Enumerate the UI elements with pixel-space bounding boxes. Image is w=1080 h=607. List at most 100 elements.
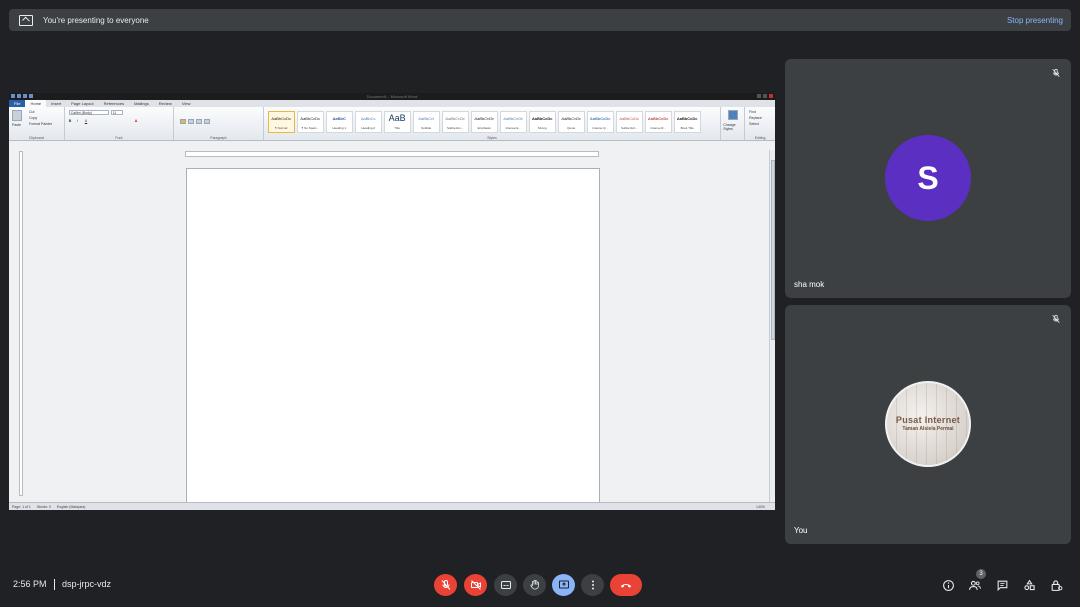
captions-button[interactable]	[494, 574, 517, 596]
word-status-bar: Page: 1 of 1 Words: 0 English (Malaysia)…	[9, 502, 775, 510]
self-tile[interactable]: Pusat Internet Taman Alsiela Permai You	[785, 305, 1071, 544]
change-styles-button[interactable]: Change Styles	[723, 123, 744, 131]
more-options-icon	[591, 580, 594, 590]
mic-off-icon	[441, 580, 450, 590]
raise-hand-button[interactable]	[523, 574, 546, 596]
underline-button[interactable]: U	[85, 119, 88, 123]
meet-window: You're presenting to everyone Stop prese…	[0, 0, 1080, 607]
presenting-message: You're presenting to everyone	[43, 15, 149, 25]
style-book-title[interactable]: AaBbCcDc Book Title	[673, 111, 701, 133]
editing-group: Find Replace Select Editing	[745, 107, 775, 140]
font-name-select[interactable]: Calibri (Body)	[68, 110, 109, 115]
ribbon-tabs: File Home Insert Page Layout References …	[9, 100, 775, 107]
mic-off-icon	[1052, 314, 1060, 324]
meeting-details-button[interactable]	[940, 577, 956, 593]
style-intense-emphasis[interactable]: AaBbCcDc Intense E...	[499, 111, 527, 133]
participant-name: You	[794, 526, 808, 535]
copy-button[interactable]: Copy	[29, 116, 37, 120]
tab-file[interactable]: File	[9, 100, 26, 107]
present-now-button[interactable]	[552, 574, 575, 596]
people-button[interactable]	[967, 577, 983, 593]
paste-icon[interactable]	[12, 110, 22, 121]
vertical-scrollbar[interactable]	[769, 150, 775, 502]
style-subtle-reference[interactable]: AaBbCcDc Subtle Ref...	[615, 111, 643, 133]
activities-button[interactable]	[1021, 577, 1037, 593]
raise-hand-icon	[529, 579, 539, 590]
tab-insert[interactable]: Insert	[46, 101, 66, 106]
font-group-label: Font	[115, 136, 123, 140]
paragraph-group: Paragraph	[174, 107, 264, 140]
style-no-spacing[interactable]: AaBbCcDc ¶ No Spaci...	[296, 111, 324, 133]
styles-group: AaBbCcDc ¶ Normal AaBbCcDc ¶ No Spaci... A…	[264, 107, 722, 140]
avatar: S	[885, 135, 971, 221]
styles-gallery: AaBbCcDc ¶ Normal AaBbCcDc ¶ No Spaci... A…	[267, 111, 701, 133]
tab-view[interactable]: View	[177, 101, 196, 106]
page-count: Page: 1 of 1	[12, 504, 31, 509]
tab-review[interactable]: Review	[154, 101, 177, 106]
align-center-icon[interactable]	[188, 119, 195, 124]
activities-icon	[1023, 579, 1035, 590]
style-normal[interactable]: AaBbCcDc ¶ Normal	[267, 111, 295, 133]
style-quote[interactable]: AaBbCcDc Quote	[557, 111, 585, 133]
leave-call-button[interactable]	[610, 574, 642, 596]
style-strong[interactable]: AaBbCcDc Strong	[528, 111, 556, 133]
font-size-select[interactable]: 11	[110, 110, 123, 115]
style-emphasis[interactable]: AaBbCcDc Emphasis	[470, 111, 498, 133]
style-intense-reference[interactable]: AaBbCcDc Intense R...	[644, 111, 672, 133]
clock: 2:56 PM	[13, 579, 47, 589]
meeting-code: dsp-jrpc-vdz	[62, 579, 112, 589]
bold-button[interactable]: B	[69, 119, 72, 123]
style-subtitle[interactable]: AaBbCcI Subtitle	[412, 111, 440, 133]
select-button[interactable]: Select	[749, 122, 759, 126]
style-title[interactable]: AaB Title	[383, 111, 411, 133]
style-heading-1[interactable]: AaBbC Heading 1	[325, 111, 353, 133]
cut-button[interactable]: Cut	[29, 110, 34, 114]
vertical-ruler[interactable]	[19, 151, 23, 496]
mic-toggle-button[interactable]	[434, 574, 457, 596]
avatar-text: Pusat Internet	[895, 415, 961, 425]
quick-access-toolbar[interactable]	[11, 94, 33, 98]
justify-icon[interactable]	[204, 119, 211, 124]
editing-group-label: Editing	[754, 136, 766, 140]
more-options-button[interactable]	[581, 574, 604, 596]
mic-off-icon	[1052, 68, 1060, 78]
host-controls-icon	[1051, 579, 1062, 591]
align-left-icon[interactable]	[180, 119, 187, 124]
tab-home[interactable]: Home	[25, 100, 47, 107]
document-page[interactable]	[186, 168, 600, 503]
word-title-bar: Document1 - Microsoft Word	[9, 93, 775, 100]
format-painter-button[interactable]: Format Painter	[29, 122, 52, 126]
window-controls[interactable]	[757, 94, 773, 98]
style-heading-2[interactable]: AaBbCc Heading 2	[354, 111, 382, 133]
scrollbar-thumb[interactable]	[771, 160, 775, 340]
horizontal-ruler[interactable]	[185, 151, 599, 157]
tab-mailings[interactable]: Mailings	[129, 101, 154, 106]
change-styles-icon[interactable]	[728, 110, 739, 120]
replace-button[interactable]: Replace	[749, 116, 762, 120]
align-right-icon[interactable]	[196, 119, 203, 124]
paste-button[interactable]: Paste	[12, 123, 21, 127]
tab-references[interactable]: References	[99, 101, 129, 106]
clipboard-group: Paste Cut Copy Format Painter Clipboard	[9, 107, 65, 140]
info-icon	[942, 579, 954, 591]
italic-button[interactable]: I	[77, 119, 78, 123]
word-window-title: Document1 - Microsoft Word	[366, 94, 418, 99]
people-icon	[969, 580, 981, 590]
camera-toggle-button[interactable]	[464, 574, 487, 596]
font-group: Calibri (Body) 11 B I U A Font	[65, 107, 175, 140]
stop-presenting-button[interactable]: Stop presenting	[1007, 16, 1063, 25]
find-button[interactable]: Find	[749, 110, 756, 114]
style-intense-quote[interactable]: AaBbCcDc Intense Q...	[586, 111, 614, 133]
host-controls-button[interactable]	[1048, 577, 1064, 593]
presenting-banner: You're presenting to everyone Stop prese…	[9, 9, 1071, 31]
zoom-level[interactable]: 140%	[756, 505, 765, 509]
font-color-button[interactable]: A	[135, 119, 138, 123]
tab-page-layout[interactable]: Page Layout	[66, 101, 98, 106]
style-subtle-emphasis[interactable]: AaBbCcDc Subtle Em...	[441, 111, 469, 133]
camera-off-icon	[470, 580, 481, 590]
hang-up-icon	[620, 583, 632, 588]
participant-tile[interactable]: S sha mok	[785, 59, 1071, 298]
present-icon	[19, 14, 33, 26]
chat-button[interactable]	[994, 577, 1010, 593]
clipboard-group-label: Clipboard	[28, 136, 44, 140]
